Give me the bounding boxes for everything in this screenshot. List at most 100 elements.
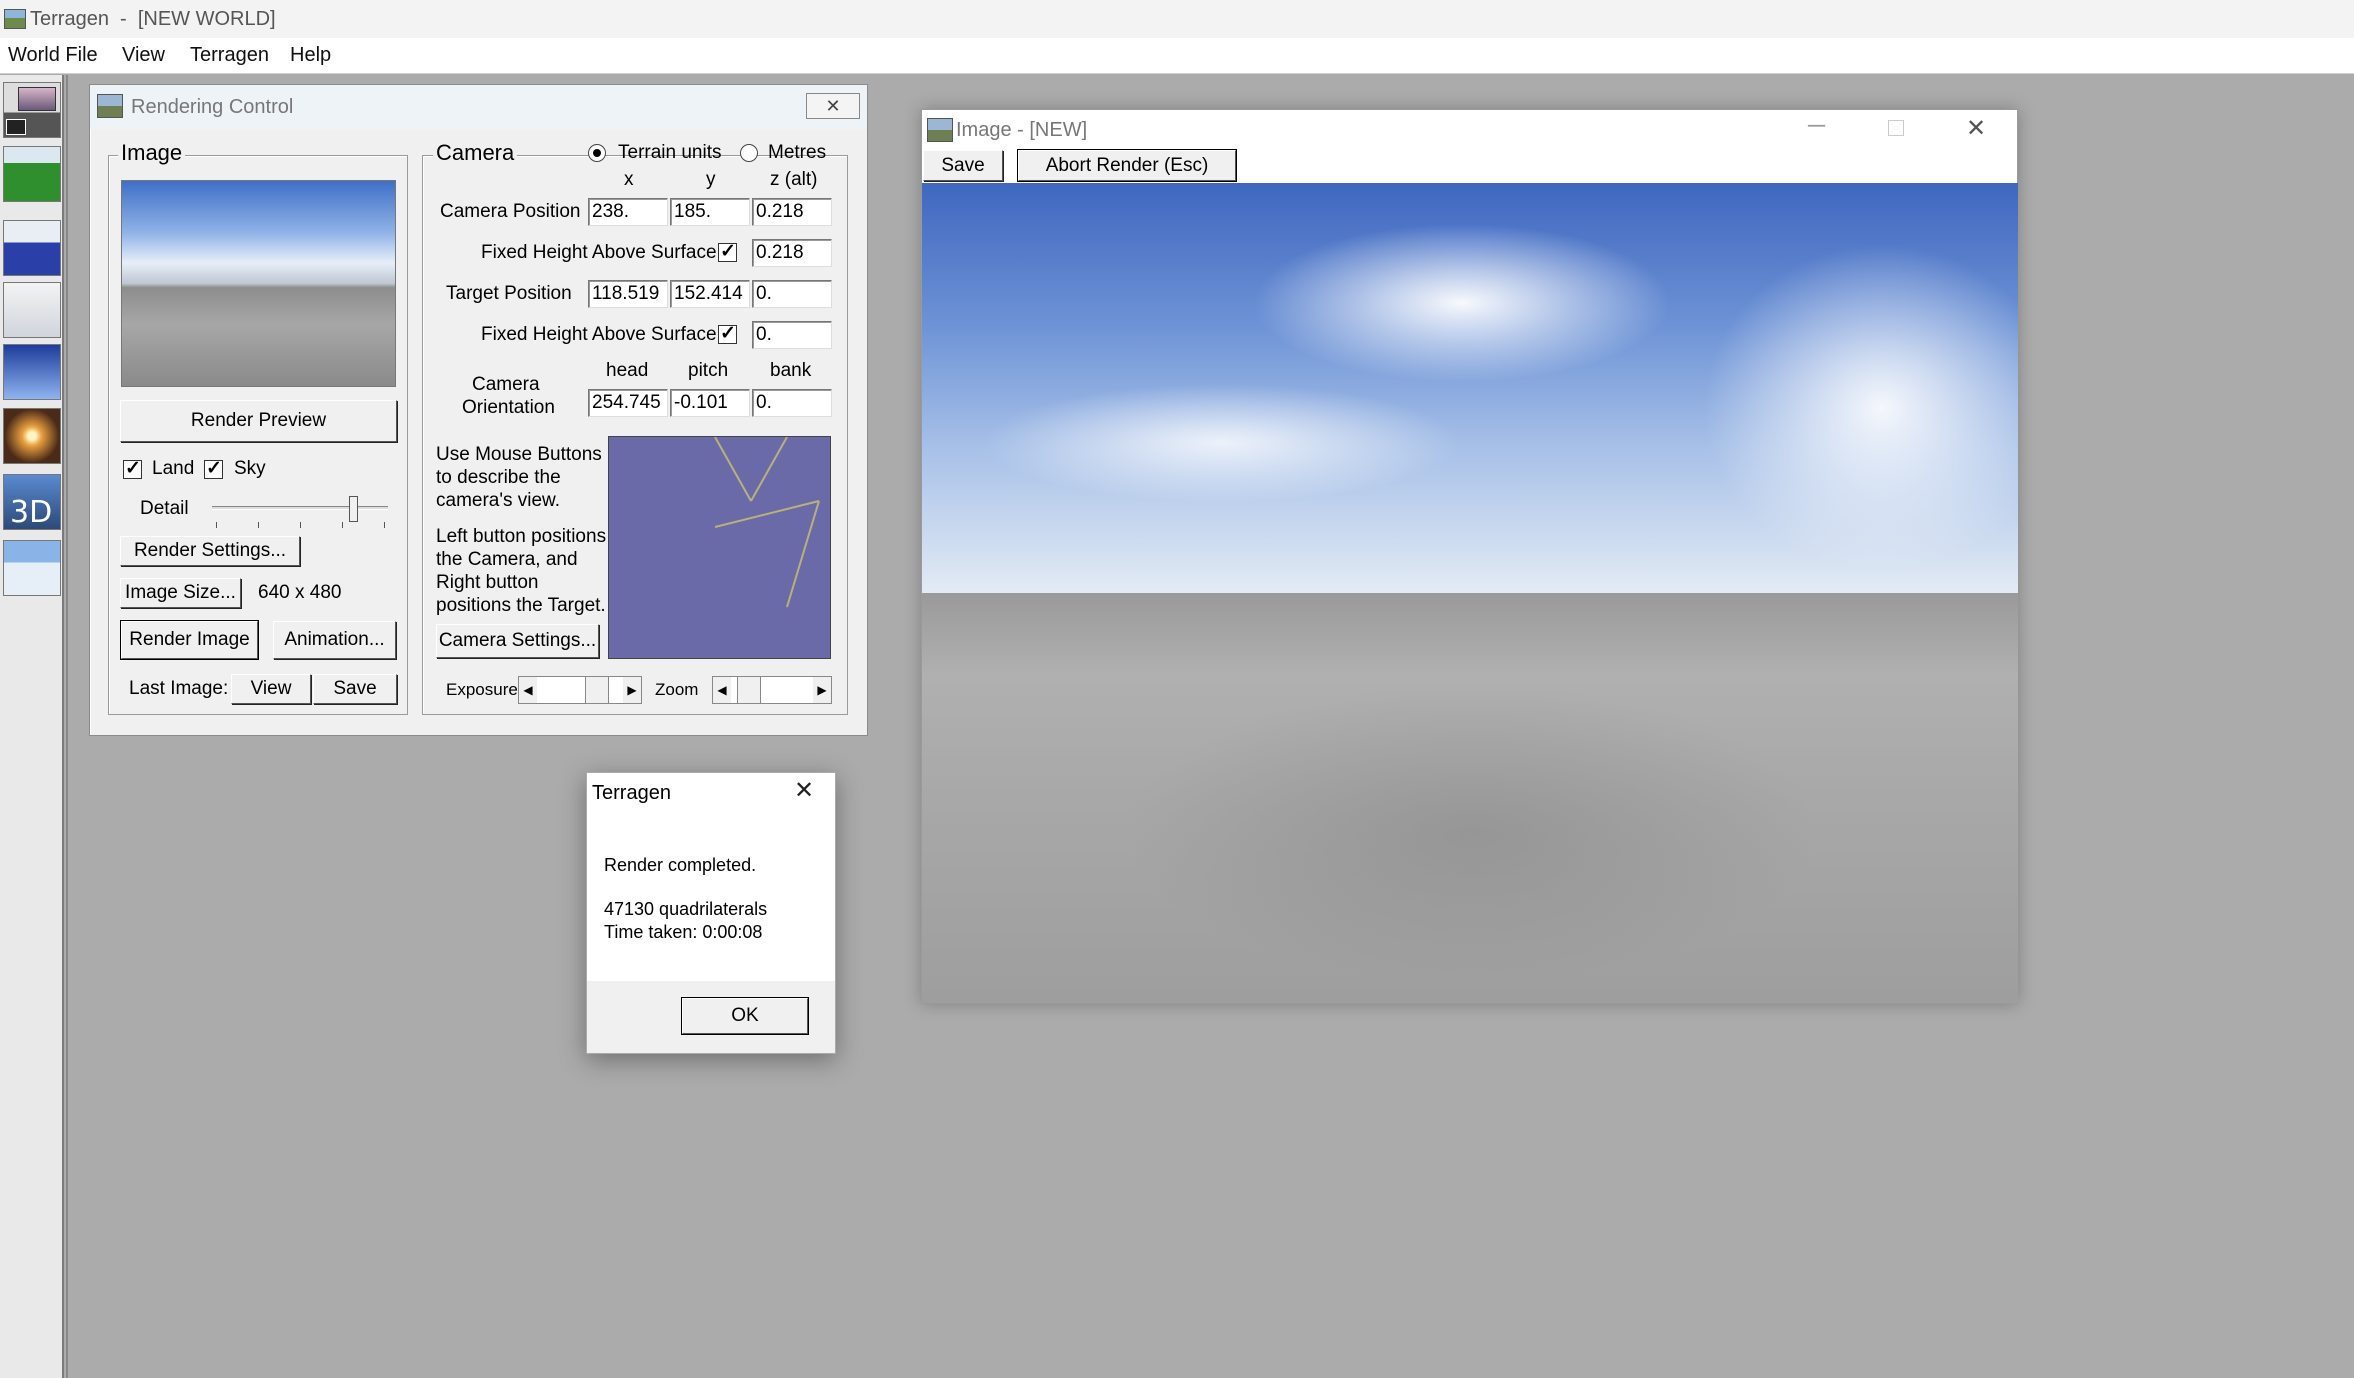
menu-bar — [0, 38, 2354, 74]
atmosphere-icon[interactable] — [3, 540, 61, 596]
col-pitch-header: pitch — [688, 360, 729, 381]
target-fixed-height-label: Fixed Height Above Surface — [481, 324, 717, 345]
target-y-input[interactable]: 152.414 — [670, 280, 750, 308]
zoom-label: Zoom — [655, 680, 699, 699]
camera-x-input[interactable]: 238. — [588, 198, 668, 226]
col-z-header: z (alt) — [770, 169, 818, 190]
terrain-units-radio[interactable] — [588, 144, 606, 162]
camera-settings-button[interactable]: Camera Settings... — [436, 624, 599, 658]
camera-fixed-height-input[interactable]: 0.218 — [752, 239, 832, 267]
menu-view[interactable]: View — [122, 44, 165, 67]
render-terrain-shadow — [1122, 683, 1822, 983]
maximize-icon[interactable] — [1888, 120, 1904, 136]
render-settings-button[interactable]: Render Settings... — [120, 536, 300, 566]
camera-orientation-label-1: Camera — [472, 374, 540, 395]
image-window-close-icon[interactable]: ✕ — [1966, 114, 1986, 143]
render-image-button[interactable]: Render Image — [120, 620, 259, 660]
sky-label: Sky — [234, 458, 266, 479]
camera-position-label: Camera Position — [440, 201, 581, 222]
camera-target-line — [786, 500, 820, 608]
col-y-header: y — [706, 169, 716, 190]
exposure-label: Exposure — [446, 680, 518, 699]
minimize-icon[interactable]: ─ — [1808, 112, 1825, 140]
mouse-help-text-1: Use Mouse Buttons to describe the camera… — [436, 444, 602, 511]
camera-view-lines — [714, 437, 820, 608]
dialog-title: Terragen — [592, 782, 671, 804]
camera-bank-input[interactable]: 0. — [752, 389, 832, 417]
dialog-ok-button[interactable]: OK — [681, 997, 809, 1035]
zoom-scroll-thumb[interactable] — [737, 677, 761, 703]
app-title-bar — [0, 0, 2354, 38]
land-checkbox[interactable] — [123, 457, 142, 480]
render-cloud — [1252, 223, 1672, 383]
app-title: Terragen - [NEW WORLD] — [30, 8, 276, 30]
camera-group-title: Camera — [433, 140, 518, 166]
water-icon[interactable] — [3, 220, 61, 276]
camera-map-view[interactable] — [608, 436, 831, 659]
preview-thumbnail — [121, 180, 396, 387]
image-size-button[interactable]: Image Size... — [120, 578, 241, 608]
camera-y-input[interactable]: 185. — [670, 198, 750, 226]
camera-orientation-label-2: Orientation — [462, 397, 555, 418]
dialog-message: Render completed. — [604, 855, 757, 875]
target-fixed-height-input[interactable]: 0. — [752, 321, 832, 349]
exposure-right-arrow-icon[interactable]: ▶ — [623, 677, 641, 703]
camera-head-input[interactable]: 254.745 — [588, 389, 668, 417]
dialog-stats-quads: 47130 quadrilaterals — [604, 899, 768, 919]
exposure-scrollbar[interactable]: ◀ ▶ — [518, 676, 642, 704]
last-image-view-button[interactable]: View — [231, 674, 311, 704]
image-group-title: Image — [118, 140, 186, 166]
detail-slider-thumb[interactable] — [348, 496, 358, 522]
image-window-app-icon — [927, 118, 953, 142]
clouds-icon[interactable] — [3, 282, 61, 338]
zoom-left-arrow-icon[interactable]: ◀ — [713, 677, 731, 703]
last-image-label: Last Image: — [129, 678, 229, 699]
target-fixed-height-checkbox[interactable] — [718, 322, 737, 345]
sky-icon[interactable] — [3, 344, 61, 400]
detail-slider-track[interactable] — [212, 506, 388, 510]
rendering-control-icon[interactable] — [3, 82, 61, 138]
render-preview-button[interactable]: Render Preview — [120, 400, 397, 442]
last-image-save-button[interactable]: Save — [313, 674, 397, 704]
metres-radio[interactable] — [740, 144, 758, 162]
zoom-scrollbar[interactable]: ◀ ▶ — [712, 676, 832, 704]
terrain-units-label: Terrain units — [618, 142, 722, 163]
exposure-left-arrow-icon[interactable]: ◀ — [519, 677, 537, 703]
target-x-input[interactable]: 118.519 — [588, 280, 668, 308]
detail-label: Detail — [140, 498, 189, 519]
window-app-icon — [97, 94, 123, 118]
dialog-close-icon[interactable]: ✕ — [794, 776, 814, 805]
image-size-value: 640 x 480 — [258, 582, 342, 603]
camera-z-input[interactable]: 0.218 — [752, 198, 832, 226]
render-cloud — [982, 383, 1462, 503]
camera-direction-line — [714, 500, 820, 528]
close-icon: ✕ — [825, 96, 841, 116]
lighting-icon[interactable] — [3, 408, 61, 464]
animation-button[interactable]: Animation... — [273, 621, 396, 659]
image-save-button[interactable]: Save — [923, 150, 1003, 181]
dialog-stats-time: Time taken: 0:00:08 — [604, 922, 763, 942]
camera-pitch-input[interactable]: -0.101 — [670, 389, 750, 417]
camera-fixed-height-label: Fixed Height Above Surface — [481, 242, 717, 263]
target-z-input[interactable]: 0. — [752, 280, 832, 308]
sky-checkbox[interactable] — [204, 457, 223, 480]
menu-world-file[interactable]: World File — [8, 44, 98, 67]
3d-preview-icon[interactable]: 3D — [3, 474, 61, 530]
menu-help[interactable]: Help — [290, 44, 331, 67]
col-head-header: head — [606, 360, 649, 381]
landscape-icon[interactable] — [3, 146, 61, 202]
camera-fixed-height-checkbox[interactable] — [718, 240, 737, 263]
exposure-scroll-thumb[interactable] — [585, 677, 609, 703]
terragen-app-icon — [4, 9, 26, 29]
detail-slider-ticks — [216, 522, 386, 528]
zoom-right-arrow-icon[interactable]: ▶ — [813, 677, 831, 703]
menu-terragen[interactable]: Terragen — [190, 44, 269, 67]
dialog-body — [587, 815, 835, 981]
abort-render-button[interactable]: Abort Render (Esc) — [1017, 149, 1237, 182]
col-x-header: x — [624, 169, 634, 190]
image-window-title: Image - [NEW] — [956, 119, 1088, 141]
camera-fov-line-right — [750, 437, 788, 502]
target-position-label: Target Position — [446, 283, 572, 304]
rendering-control-title: Rendering Control — [131, 96, 294, 118]
rendering-control-close-button[interactable]: ✕ — [806, 93, 860, 119]
